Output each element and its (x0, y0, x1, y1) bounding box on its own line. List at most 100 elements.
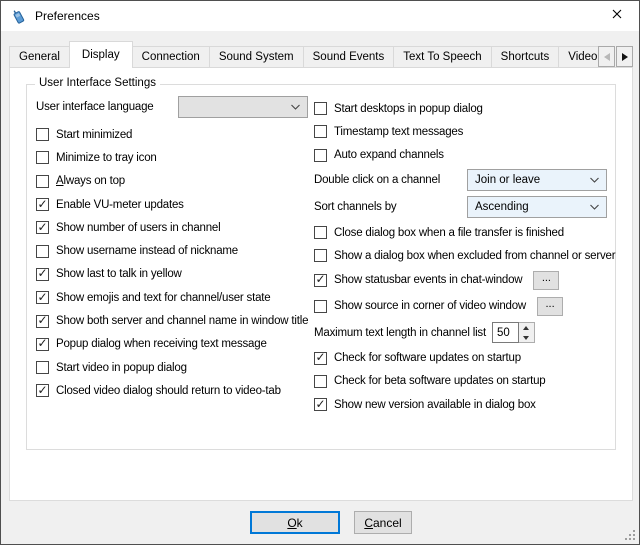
tab-scroll-left-button[interactable] (598, 46, 615, 67)
tab-connection[interactable]: Connection (132, 46, 210, 68)
checkbox-start-desktops-in-popup[interactable]: Start desktops in popup dialog (314, 97, 636, 120)
language-select[interactable] (178, 96, 308, 118)
tab-label: Video (568, 51, 597, 63)
sort-channels-select[interactable]: Ascending (467, 196, 607, 218)
close-button[interactable] (594, 1, 639, 30)
double-click-select[interactable]: Join or leave (467, 169, 607, 191)
checkbox-box (314, 300, 327, 313)
checkbox-check-beta-updates[interactable]: Check for beta software updates on start… (314, 370, 636, 393)
checkbox-show-number-of-users[interactable]: Show number of users in channel (36, 216, 308, 239)
checkbox-closed-video-return-video-tab[interactable]: Closed video dialog should return to vid… (36, 379, 308, 402)
tab-scroll-right-button[interactable] (616, 46, 633, 67)
max-text-length-label: Maximum text length in channel list (314, 327, 486, 339)
checkbox-show-statusbar-events[interactable]: Show statusbar events in chat-window ... (314, 267, 636, 293)
checkbox-box (314, 125, 327, 138)
tab-sound-system[interactable]: Sound System (209, 46, 304, 68)
checkbox-label: Start desktops in popup dialog (334, 103, 483, 115)
checkbox-show-new-version-dialog[interactable]: Show new version available in dialog box (314, 393, 636, 416)
checkbox-label: Show a dialog box when excluded from cha… (334, 250, 615, 262)
tab-scroll-buttons (597, 46, 633, 67)
chevron-down-icon (590, 201, 599, 213)
tab-display[interactable]: Display (69, 41, 133, 68)
checkbox-label: Show statusbar events in chat-window (334, 274, 522, 286)
double-click-label: Double click on a channel (314, 174, 467, 186)
spin-down-button[interactable] (519, 333, 534, 343)
tab-label: Sound Events (313, 51, 385, 63)
tab-sound-events[interactable]: Sound Events (303, 46, 395, 68)
tab-bar: General Display Connection Sound System … (9, 41, 633, 68)
statusbar-events-more-button[interactable]: ... (533, 271, 559, 290)
checkbox-box (36, 245, 49, 258)
checkbox-show-dialog-excluded[interactable]: Show a dialog box when excluded from cha… (314, 244, 636, 267)
checkbox-label: Check for beta software updates on start… (334, 375, 546, 387)
checkbox-start-video-in-popup[interactable]: Start video in popup dialog (36, 356, 308, 379)
checkbox-label: Enable VU-meter updates (56, 199, 184, 211)
checkbox-box (36, 128, 49, 141)
max-text-length-spinner: 50 (492, 322, 535, 343)
dots-triangle-icon (633, 538, 635, 540)
checkbox-show-source-video-window[interactable]: Show source in corner of video window ..… (314, 293, 636, 319)
language-label: User interface language (36, 101, 178, 113)
checkbox-box (36, 198, 49, 211)
checkbox-close-dialog-file-transfer[interactable]: Close dialog box when a file transfer is… (314, 221, 636, 244)
checkbox-box (36, 221, 49, 234)
checkbox-box (314, 398, 327, 411)
max-text-length-input[interactable]: 50 (492, 322, 519, 343)
display-tab-panel: User Interface Settings User interface l… (9, 67, 633, 501)
triangle-left-icon (604, 53, 610, 61)
language-row: User interface language (36, 95, 308, 119)
group-user-interface-settings: User Interface Settings User interface l… (26, 84, 616, 450)
checkbox-always-on-top[interactable]: Always on top (36, 170, 308, 193)
checkbox-label: Minimize to tray icon (56, 152, 157, 164)
app-icon (10, 8, 27, 25)
checkbox-auto-expand-channels[interactable]: Auto expand channels (314, 144, 636, 167)
checkbox-minimize-to-tray-icon[interactable]: Minimize to tray icon (36, 146, 308, 169)
cancel-button[interactable]: Cancel (354, 511, 412, 534)
checkbox-show-last-to-talk-in-yellow[interactable]: Show last to talk in yellow (36, 263, 308, 286)
checkbox-box (36, 361, 49, 374)
group-title: User Interface Settings (35, 77, 160, 89)
checkbox-label: Start video in popup dialog (56, 362, 187, 374)
tab-general[interactable]: General (9, 46, 70, 68)
checkbox-timestamp-text-messages[interactable]: Timestamp text messages (314, 120, 636, 143)
checkbox-check-software-updates[interactable]: Check for software updates on startup (314, 346, 636, 369)
tab-shortcuts[interactable]: Shortcuts (491, 46, 560, 68)
checkbox-label: Closed video dialog should return to vid… (56, 385, 281, 397)
checkbox-box (36, 338, 49, 351)
checkbox-label: Close dialog box when a file transfer is… (334, 227, 564, 239)
checkbox-box (36, 291, 49, 304)
checkbox-show-server-and-channel-in-title[interactable]: Show both server and channel name in win… (36, 309, 308, 332)
tab-label: Shortcuts (501, 51, 550, 63)
checkbox-popup-dialog-text-message[interactable]: Popup dialog when receiving text message (36, 333, 308, 356)
checkbox-label: Show source in corner of video window (334, 300, 526, 312)
spin-up-button[interactable] (519, 323, 534, 333)
tab-label: General (19, 51, 60, 63)
tab-text-to-speech[interactable]: Text To Speech (393, 46, 491, 68)
checkbox-label: Show number of users in channel (56, 222, 220, 234)
video-source-more-button[interactable]: ... (537, 297, 563, 316)
checkbox-box (36, 384, 49, 397)
checkbox-start-minimized[interactable]: Start minimized (36, 123, 308, 146)
window-title: Preferences (35, 9, 100, 23)
checkbox-label: Always on top (56, 175, 125, 187)
ok-button[interactable]: Ok (250, 511, 340, 534)
resize-grip[interactable] (624, 529, 636, 541)
sort-channels-label: Sort channels by (314, 201, 467, 213)
checkbox-box (314, 352, 327, 365)
checkbox-box (314, 274, 327, 287)
checkbox-show-emojis-and-text[interactable]: Show emojis and text for channel/user st… (36, 286, 308, 309)
tab-label: Display (82, 49, 120, 61)
checkbox-box (314, 102, 327, 115)
checkbox-label: Popup dialog when receiving text message (56, 338, 267, 350)
sort-channels-value: Ascending (475, 201, 529, 213)
checkbox-show-username-instead-of-nickname[interactable]: Show username instead of nickname (36, 239, 308, 262)
checkbox-label: Show username instead of nickname (56, 245, 238, 257)
checkbox-label: Auto expand channels (334, 149, 444, 161)
checkbox-enable-vu-meter-updates[interactable]: Enable VU-meter updates (36, 193, 308, 216)
title-bar: Preferences (1, 1, 639, 31)
checkbox-box (36, 315, 49, 328)
checkbox-box (36, 151, 49, 164)
close-icon (612, 9, 622, 22)
double-click-value: Join or leave (475, 174, 540, 186)
checkbox-box (314, 226, 327, 239)
